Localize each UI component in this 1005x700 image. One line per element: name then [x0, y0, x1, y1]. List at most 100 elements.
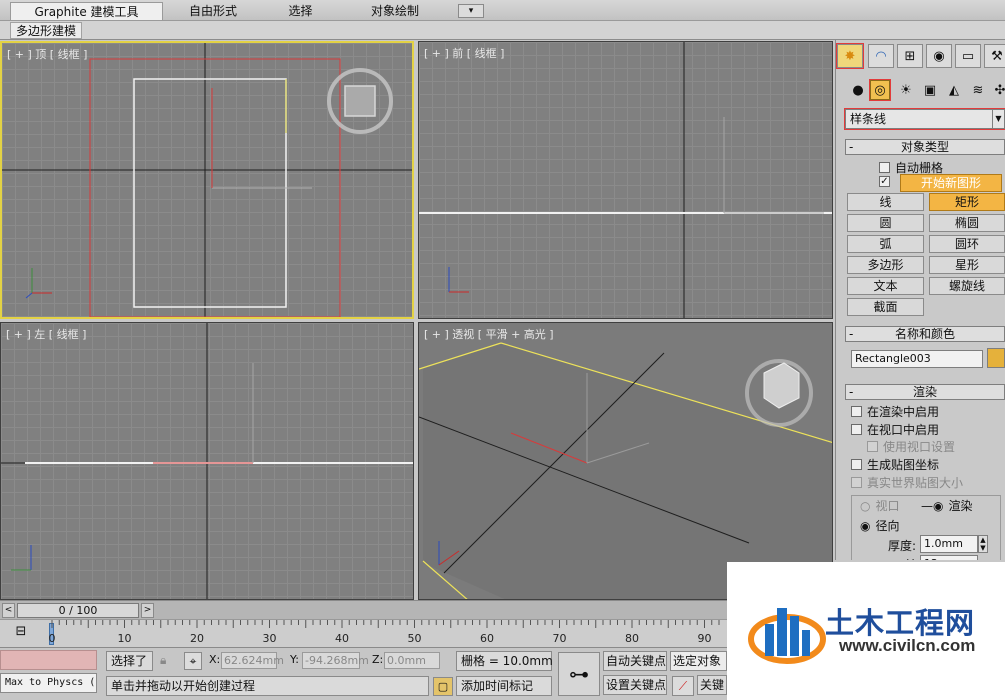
chevron-down-icon[interactable]: ▼ — [992, 110, 1004, 128]
star-button[interactable]: 星形 — [929, 256, 1005, 274]
create-tab[interactable]: ✸ — [836, 43, 864, 69]
object-type-rollout-header[interactable]: - 对象类型 — [845, 139, 1005, 155]
set-key-button[interactable]: 设置关键点 — [603, 675, 667, 695]
track-bar[interactable]: ⊟ 0 10 20 30 40 50 60 70 80 90 — [0, 619, 727, 647]
add-time-tag-button[interactable]: 添加时间标记 — [456, 676, 552, 696]
viewport-left-label[interactable]: [ + ] 左 [ 线框 ] — [6, 326, 86, 342]
lights-button[interactable]: ☀ — [896, 80, 916, 100]
x-value[interactable]: 62.624mm — [221, 652, 284, 669]
viewport-radio-label: 视口 — [875, 499, 900, 513]
name-color-title: 名称和颜色 — [894, 327, 955, 341]
helix-button[interactable]: 螺旋线 — [929, 277, 1005, 295]
hierarchy-tab[interactable]: ⊞ — [897, 44, 923, 68]
name-color-rollout-header[interactable]: - 名称和颜色 — [845, 326, 1005, 342]
donut-button[interactable]: 圆环 — [929, 235, 1005, 253]
auto-key-button[interactable]: 自动关键点 — [603, 651, 667, 671]
arc-button[interactable]: 弧 — [847, 235, 924, 253]
rendering-rollout-header[interactable]: - 渲染 — [845, 384, 1005, 400]
use-viewport-settings-checkbox[interactable]: 使用视口设置 — [867, 438, 955, 455]
motion-tab[interactable]: ◉ — [926, 44, 952, 68]
viewport-front-label[interactable]: [ + ] 前 [ 线框 ] — [424, 45, 504, 61]
key-mode-icon[interactable]: ⟋ — [672, 676, 694, 696]
rectangle-button[interactable]: 矩形 — [929, 193, 1005, 211]
geometry-button[interactable]: ● — [848, 80, 868, 100]
track-tick-label: 60 — [480, 632, 494, 645]
absolute-mode-toggle[interactable]: ⌖ — [184, 652, 202, 670]
real-world-map-size-label: 真实世界贴图大小 — [867, 476, 964, 490]
x-label: X: — [209, 653, 221, 666]
checkbox-icon — [851, 406, 862, 417]
sides-field[interactable]: 12 — [920, 555, 978, 560]
viewport-left[interactable]: [ + ] 左 [ 线框 ] — [0, 322, 414, 600]
systems-button[interactable]: ✣ — [990, 80, 1005, 100]
tab-graphite-modeling[interactable]: Graphite 建模工具 — [10, 2, 163, 20]
key-selection-dropdown[interactable]: 选定对象 — [670, 651, 727, 671]
set-key-icon[interactable]: ⊶ — [558, 652, 600, 696]
thickness-spinner[interactable]: ▲ ▼ — [978, 535, 988, 553]
z-coordinate[interactable]: Z: 0.0mm — [372, 652, 440, 669]
utilities-tab[interactable]: ⚒ — [984, 44, 1005, 68]
collapse-icon: - — [849, 385, 854, 399]
viewport-top-label[interactable]: [ + ] 顶 [ 线框 ] — [7, 46, 87, 62]
viewport-perspective[interactable]: [ + ] 透视 [ 平滑 + 高光 ] — [418, 322, 833, 600]
modify-tab[interactable]: ◠ — [868, 44, 894, 68]
cameras-button[interactable]: ▣ — [920, 80, 940, 100]
start-new-shape-checkbox[interactable]: ✓ — [879, 176, 890, 187]
object-color-swatch[interactable] — [987, 348, 1005, 368]
text-button[interactable]: 文本 — [847, 277, 924, 295]
track-tick-label: 40 — [335, 632, 349, 645]
selection-lock-icon[interactable]: 🔒︎ — [160, 653, 166, 668]
script-output-field[interactable]: Max to Physcs ( — [0, 673, 97, 693]
viewport-radio[interactable]: ○ 视口 — [860, 497, 900, 514]
section-button[interactable]: 截面 — [847, 298, 924, 316]
display-tab[interactable]: ▭ — [955, 44, 981, 68]
real-world-map-size-checkbox[interactable]: 真实世界贴图大小 — [851, 474, 963, 491]
checkmark-icon: ✓ — [879, 176, 890, 187]
geometry-icon: ● — [852, 82, 864, 98]
ribbon-panel-bar: 多边形建模 — [0, 21, 1005, 40]
systems-icon: ✣ — [994, 82, 1005, 98]
x-coordinate[interactable]: X: 62.624mm — [209, 652, 284, 669]
circle-button[interactable]: 圆 — [847, 214, 924, 232]
line-button[interactable]: 线 — [847, 193, 924, 211]
radial-radio[interactable]: ◉ 径向 — [860, 517, 900, 534]
ellipse-button[interactable]: 椭圆 — [929, 214, 1005, 232]
helpers-button[interactable]: ◭ — [944, 80, 964, 100]
time-slider-thumb[interactable]: 0 / 100 — [17, 603, 139, 618]
selection-count: 选择了 — [106, 651, 153, 671]
time-slider[interactable]: < 0 / 100 > — [0, 600, 833, 619]
object-name-field[interactable]: Rectangle003 — [851, 350, 983, 368]
cameras-icon: ▣ — [923, 82, 937, 98]
spacewarps-icon: ≋ — [972, 82, 984, 98]
spacewarps-button[interactable]: ≋ — [968, 80, 988, 100]
motion-icon: ◉ — [933, 48, 945, 64]
shapes-button[interactable]: ◎ — [869, 79, 891, 101]
key-filters-button[interactable]: 关键 — [697, 675, 727, 695]
generate-mapping-coords-checkbox[interactable]: 生成贴图坐标 — [851, 456, 939, 473]
z-value[interactable]: 0.0mm — [384, 652, 440, 669]
polygon-modeling-panel[interactable]: 多边形建模 — [10, 22, 83, 39]
next-frame-button[interactable]: > — [141, 603, 154, 618]
tab-selection[interactable]: 选择 — [278, 2, 323, 20]
tab-object-paint[interactable]: 对象绘制 — [355, 2, 435, 20]
maxscript-listener-mini[interactable] — [0, 650, 97, 670]
tab-freeform[interactable]: 自由形式 — [178, 2, 248, 20]
viewport-top[interactable]: [ + ] 顶 [ 线框 ] — [0, 41, 414, 319]
generate-mapping-coords-label: 生成贴图坐标 — [867, 458, 940, 472]
helpers-icon: ◭ — [949, 82, 959, 98]
radio-selected-icon: ◉ — [860, 518, 871, 533]
enable-in-renderer-checkbox[interactable]: 在渲染中启用 — [851, 403, 939, 420]
viewport-perspective-label[interactable]: [ + ] 透视 [ 平滑 + 高光 ] — [424, 326, 554, 342]
y-coordinate[interactable]: Y: -94.268mm — [290, 652, 369, 669]
y-value[interactable]: -94.268mm — [302, 652, 369, 669]
start-new-shape-button[interactable]: 开始新图形 — [900, 174, 1002, 192]
enable-in-viewport-checkbox[interactable]: 在视口中启用 — [851, 421, 939, 438]
time-tag-icon[interactable]: ▢ — [433, 677, 453, 696]
thickness-field[interactable]: 1.0mm — [920, 535, 978, 553]
previous-frame-button[interactable]: < — [2, 603, 15, 618]
ribbon-options-dropdown[interactable]: ▾ — [458, 4, 484, 18]
renderer-radio[interactable]: —◉ 渲染 — [921, 497, 973, 514]
ngon-button[interactable]: 多边形 — [847, 256, 924, 274]
viewport-front[interactable]: [ + ] 前 [ 线框 ] — [418, 41, 833, 319]
shape-category-dropdown[interactable]: 样条线 ▼ — [844, 108, 1005, 130]
